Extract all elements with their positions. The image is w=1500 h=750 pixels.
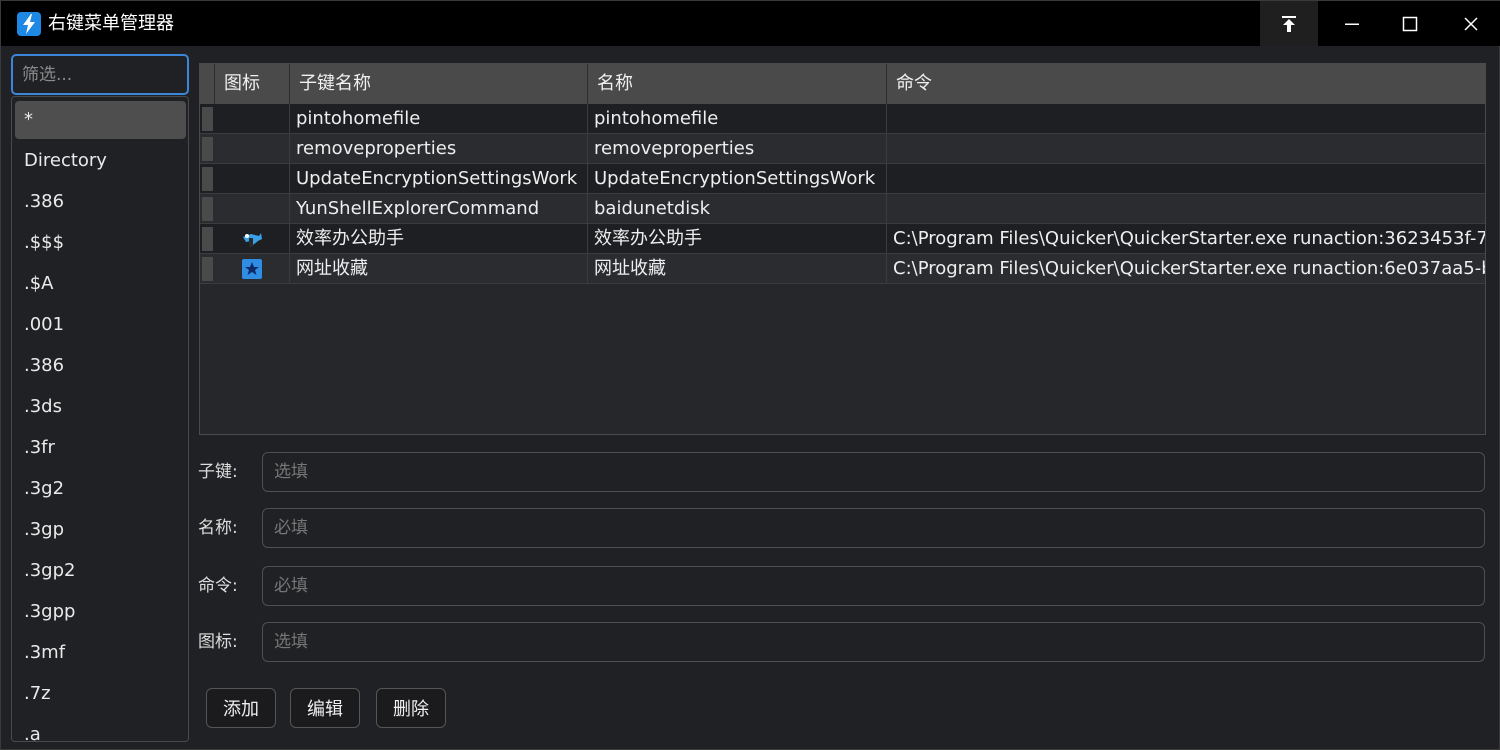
table-row[interactable]: removeproperties removeproperties bbox=[200, 134, 1485, 164]
cell-icon[interactable] bbox=[215, 254, 290, 283]
table-row[interactable]: 效率办公助手 效率办公助手 C:\Program Files\Quicker\Q… bbox=[200, 224, 1485, 254]
cell-icon[interactable] bbox=[215, 194, 290, 223]
list-item[interactable]: .3gp bbox=[15, 511, 186, 549]
list-item[interactable]: .001 bbox=[15, 306, 186, 344]
list-item[interactable]: .3g2 bbox=[15, 470, 186, 508]
cell-name[interactable]: 效率办公助手 bbox=[588, 224, 887, 253]
icon-input[interactable] bbox=[262, 622, 1485, 662]
quicker-efficiency-icon bbox=[243, 232, 262, 247]
pin-on-top-button[interactable] bbox=[1260, 1, 1318, 46]
list-item[interactable]: .3gp2 bbox=[15, 552, 186, 590]
column-header-subkey[interactable]: 子键名称 bbox=[290, 64, 588, 104]
title-bar[interactable]: 右键菜单管理器 bbox=[1, 1, 1500, 46]
list-item[interactable]: .7z bbox=[15, 675, 186, 713]
cell-subkey[interactable]: 效率办公助手 bbox=[290, 224, 588, 253]
command-input[interactable] bbox=[262, 566, 1485, 606]
bookmark-star-icon bbox=[242, 258, 262, 279]
list-item[interactable]: Directory bbox=[15, 142, 186, 180]
cell-name[interactable]: removeproperties bbox=[588, 134, 887, 163]
name-input[interactable] bbox=[262, 508, 1485, 548]
list-item[interactable]: .3mf bbox=[15, 634, 186, 672]
cell-name[interactable]: UpdateEncryptionSettingsWork bbox=[588, 164, 887, 193]
app-logo-icon bbox=[17, 12, 41, 36]
table-row[interactable]: pintohomefile pintohomefile bbox=[200, 104, 1485, 134]
cell-command[interactable] bbox=[887, 194, 1485, 223]
cell-name[interactable]: 网址收藏 bbox=[588, 254, 887, 283]
column-header-command[interactable]: 命令 bbox=[887, 64, 1485, 104]
pin-top-icon bbox=[1282, 15, 1296, 32]
subkey-input[interactable] bbox=[262, 452, 1485, 492]
table-row[interactable]: UpdateEncryptionSettingsWork UpdateEncry… bbox=[200, 164, 1485, 194]
cell-icon[interactable] bbox=[215, 104, 290, 133]
list-item[interactable]: .3gpp bbox=[15, 593, 186, 631]
minimize-icon bbox=[1345, 23, 1359, 25]
cell-subkey[interactable]: removeproperties bbox=[290, 134, 588, 163]
row-header[interactable] bbox=[202, 107, 213, 131]
column-header-icon[interactable]: 图标 bbox=[215, 64, 290, 104]
column-header-name[interactable]: 名称 bbox=[588, 64, 887, 104]
cell-icon[interactable] bbox=[215, 134, 290, 163]
cell-command[interactable]: C:\Program Files\Quicker\QuickerStarter.… bbox=[887, 224, 1485, 253]
cell-subkey[interactable]: 网址收藏 bbox=[290, 254, 588, 283]
cell-icon[interactable] bbox=[215, 224, 290, 253]
command-label: 命令: bbox=[198, 576, 238, 596]
table-row[interactable]: YunShellExplorerCommand baidunetdisk bbox=[200, 194, 1485, 224]
row-header-corner bbox=[200, 64, 215, 104]
window-title: 右键菜单管理器 bbox=[48, 13, 174, 34]
maximize-button[interactable] bbox=[1381, 1, 1439, 46]
row-header[interactable] bbox=[202, 227, 213, 251]
list-item[interactable]: .386 bbox=[15, 183, 186, 221]
row-header[interactable] bbox=[202, 257, 213, 281]
name-label: 名称: bbox=[198, 518, 238, 538]
list-item[interactable]: .$A bbox=[15, 265, 186, 303]
list-item[interactable]: .3ds bbox=[15, 388, 186, 426]
list-item[interactable]: .3fr bbox=[15, 429, 186, 467]
app-window: 右键菜单管理器 * Directory .386 bbox=[0, 0, 1500, 750]
cell-command[interactable] bbox=[887, 164, 1485, 193]
cell-subkey[interactable]: pintohomefile bbox=[290, 104, 588, 133]
edit-button[interactable]: 编辑 bbox=[290, 688, 360, 728]
list-item[interactable]: .386 bbox=[15, 347, 186, 385]
row-header[interactable] bbox=[202, 197, 213, 221]
filter-input[interactable] bbox=[11, 54, 189, 95]
add-button[interactable]: 添加 bbox=[206, 688, 276, 728]
cell-subkey[interactable]: YunShellExplorerCommand bbox=[290, 194, 588, 223]
grid-header: 图标 子键名称 名称 命令 bbox=[200, 64, 1485, 104]
row-header[interactable] bbox=[202, 167, 213, 191]
cell-name[interactable]: pintohomefile bbox=[588, 104, 887, 133]
close-icon bbox=[1464, 16, 1478, 31]
list-item[interactable]: .$$$ bbox=[15, 224, 186, 262]
delete-button[interactable]: 删除 bbox=[376, 688, 446, 728]
cell-command[interactable] bbox=[887, 104, 1485, 133]
list-item[interactable]: * bbox=[15, 101, 186, 139]
table-row[interactable]: 网址收藏 网址收藏 C:\Program Files\Quicker\Quick… bbox=[200, 254, 1485, 284]
maximize-icon bbox=[1402, 16, 1418, 31]
cell-subkey[interactable]: UpdateEncryptionSettingsWork bbox=[290, 164, 588, 193]
list-item[interactable]: .a bbox=[15, 716, 186, 741]
cell-command[interactable]: C:\Program Files\Quicker\QuickerStarter.… bbox=[887, 254, 1485, 283]
cell-command[interactable] bbox=[887, 134, 1485, 163]
close-button[interactable] bbox=[1442, 1, 1500, 46]
icon-label: 图标: bbox=[198, 632, 238, 652]
cell-name[interactable]: baidunetdisk bbox=[588, 194, 887, 223]
minimize-button[interactable] bbox=[1323, 1, 1381, 46]
cell-icon[interactable] bbox=[215, 164, 290, 193]
menu-entries-grid[interactable]: 图标 子键名称 名称 命令 pintohomefile pintohomefil… bbox=[199, 63, 1486, 435]
subkey-label: 子键: bbox=[198, 462, 238, 482]
row-header[interactable] bbox=[202, 137, 213, 161]
file-type-list[interactable]: * Directory .386 .$$$ .$A .001 .386 .3ds… bbox=[11, 96, 189, 742]
